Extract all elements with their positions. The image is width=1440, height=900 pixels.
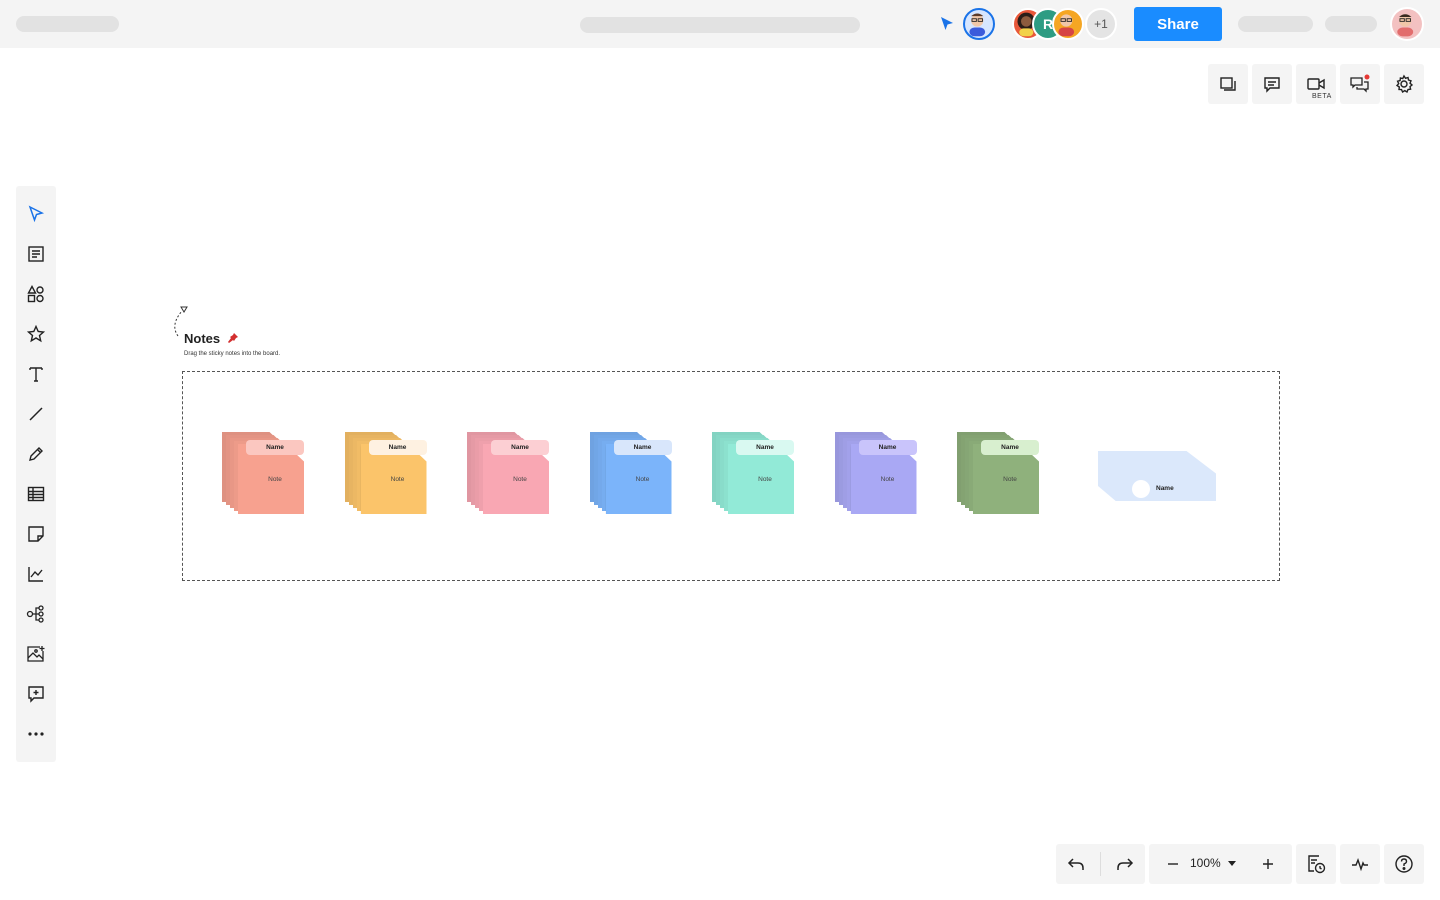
menu-placeholder: [1238, 16, 1313, 32]
sticky-note-stack[interactable]: Name Note: [467, 424, 555, 516]
collaborator-avatar[interactable]: [1052, 8, 1084, 40]
document-icon: [28, 246, 44, 262]
activity-button-inner: [1340, 844, 1380, 884]
clock-page-icon: [1308, 855, 1326, 874]
ellipsis-icon: [28, 732, 44, 736]
history-controls: [1056, 844, 1145, 884]
menu-placeholder: [1325, 16, 1377, 32]
presentation-button-inner: [1296, 844, 1336, 884]
presentation-button[interactable]: [1296, 844, 1336, 884]
sticky-note-name: Name: [613, 440, 672, 455]
sticky-note-body: Note: [513, 476, 527, 483]
section-hint: Drag the sticky notes into the board.: [184, 351, 281, 357]
sticky-note-stack[interactable]: Name Note: [222, 424, 310, 516]
sticky-note-stack[interactable]: Name Note: [589, 424, 678, 516]
sticky-note-name: Name: [858, 440, 917, 455]
section-title: Notes: [184, 331, 239, 346]
sticky-note-stack[interactable]: Name Note: [344, 424, 433, 516]
name-card-avatar-placeholder: [1132, 480, 1150, 498]
minus-icon: [1168, 863, 1178, 865]
comment-icon: [1264, 77, 1280, 93]
help-button-inner: [1384, 844, 1424, 884]
sticky-note-stack[interactable]: Name Note: [834, 424, 923, 516]
zoom-out-button[interactable]: [1153, 844, 1193, 884]
pencil-icon: [29, 447, 43, 461]
sticky-note-name: Name: [368, 440, 427, 455]
shapes-tool[interactable]: [24, 282, 48, 306]
top-bar: R +1 Share: [0, 0, 1440, 48]
sticky-note-name: Name: [491, 440, 549, 455]
sticky-note-name: Name: [246, 440, 304, 455]
video-camera-icon: [1307, 78, 1325, 90]
icons-tool[interactable]: [24, 322, 48, 346]
sticky-note-stack[interactable]: Name Note: [712, 424, 800, 516]
sticky-note-body: Note: [268, 476, 282, 483]
share-button[interactable]: Share: [1134, 7, 1222, 41]
more-collaborators-badge[interactable]: +1: [1085, 8, 1117, 40]
sticky-note-name: Name: [981, 440, 1039, 455]
zoom-level-dropdown[interactable]: 100%: [1190, 856, 1237, 870]
add-comment-tool[interactable]: [24, 682, 48, 706]
zoom-in-button[interactable]: [1248, 844, 1288, 884]
mind-map-tool[interactable]: [24, 602, 48, 626]
line-icon: [29, 407, 43, 421]
document-title-placeholder: [16, 16, 119, 32]
sticky-note-body: Note: [880, 476, 895, 483]
line-tool[interactable]: [24, 402, 48, 426]
pin-icon: [227, 333, 238, 343]
redo-button[interactable]: [1105, 844, 1145, 884]
sticky-note-name: Name: [736, 440, 794, 455]
user-avatar[interactable]: [1390, 7, 1424, 41]
sticky-note-body: Note: [635, 476, 650, 483]
sticky-note-body: Note: [758, 476, 772, 483]
board-name-placeholder: [580, 17, 860, 33]
pen-tool[interactable]: [24, 442, 48, 466]
current-collaborator-avatar[interactable]: [963, 8, 995, 40]
help-button[interactable]: [1384, 844, 1424, 884]
star-icon: [27, 325, 45, 343]
table-tool[interactable]: [24, 482, 48, 506]
name-card-label: Name: [1156, 485, 1174, 492]
image-icon: [27, 646, 45, 662]
sticky-note-icon: [28, 526, 44, 542]
sticky-note-body: Note: [1003, 476, 1017, 483]
chat-button[interactable]: [1340, 64, 1380, 104]
pages-button[interactable]: [1208, 64, 1248, 104]
more-tools-button[interactable]: [24, 722, 48, 746]
undo-icon: [1067, 858, 1084, 870]
collaborator-cursor-icon: [941, 17, 953, 30]
activity-button[interactable]: [1340, 844, 1380, 884]
comment-plus-icon: [28, 686, 44, 703]
activity-icon: [1352, 857, 1368, 872]
text-icon: [29, 367, 43, 382]
table-icon: [27, 486, 45, 502]
line-chart-icon: [28, 567, 43, 582]
templates-tool[interactable]: [24, 242, 48, 266]
settings-button[interactable]: [1384, 64, 1424, 104]
text-tool[interactable]: [24, 362, 48, 386]
help-icon: [1395, 855, 1413, 873]
mind-map-icon: [26, 605, 44, 623]
select-tool[interactable]: [24, 202, 48, 226]
pages-icon: [1220, 77, 1236, 91]
shapes-icon: [27, 285, 44, 303]
divider: [1100, 852, 1101, 876]
gear-icon: [1395, 74, 1414, 94]
undo-button[interactable]: [1056, 844, 1096, 884]
left-toolbar: [16, 186, 56, 762]
beta-badge: BETA: [1312, 93, 1332, 100]
zoom-level: 100%: [1190, 856, 1221, 870]
caret-down-icon: [1228, 861, 1237, 866]
pointer-icon: [28, 205, 45, 223]
redo-icon: [1117, 858, 1134, 870]
sticky-note-stack[interactable]: Name Note: [957, 424, 1045, 516]
plus-icon: [1263, 859, 1273, 869]
sticky-note-tool[interactable]: [24, 522, 48, 546]
chart-tool[interactable]: [24, 562, 48, 586]
sticky-note-body: Note: [390, 476, 405, 483]
chat-icon: [1350, 74, 1370, 93]
comments-button[interactable]: [1252, 64, 1292, 104]
image-tool[interactable]: [24, 642, 48, 666]
